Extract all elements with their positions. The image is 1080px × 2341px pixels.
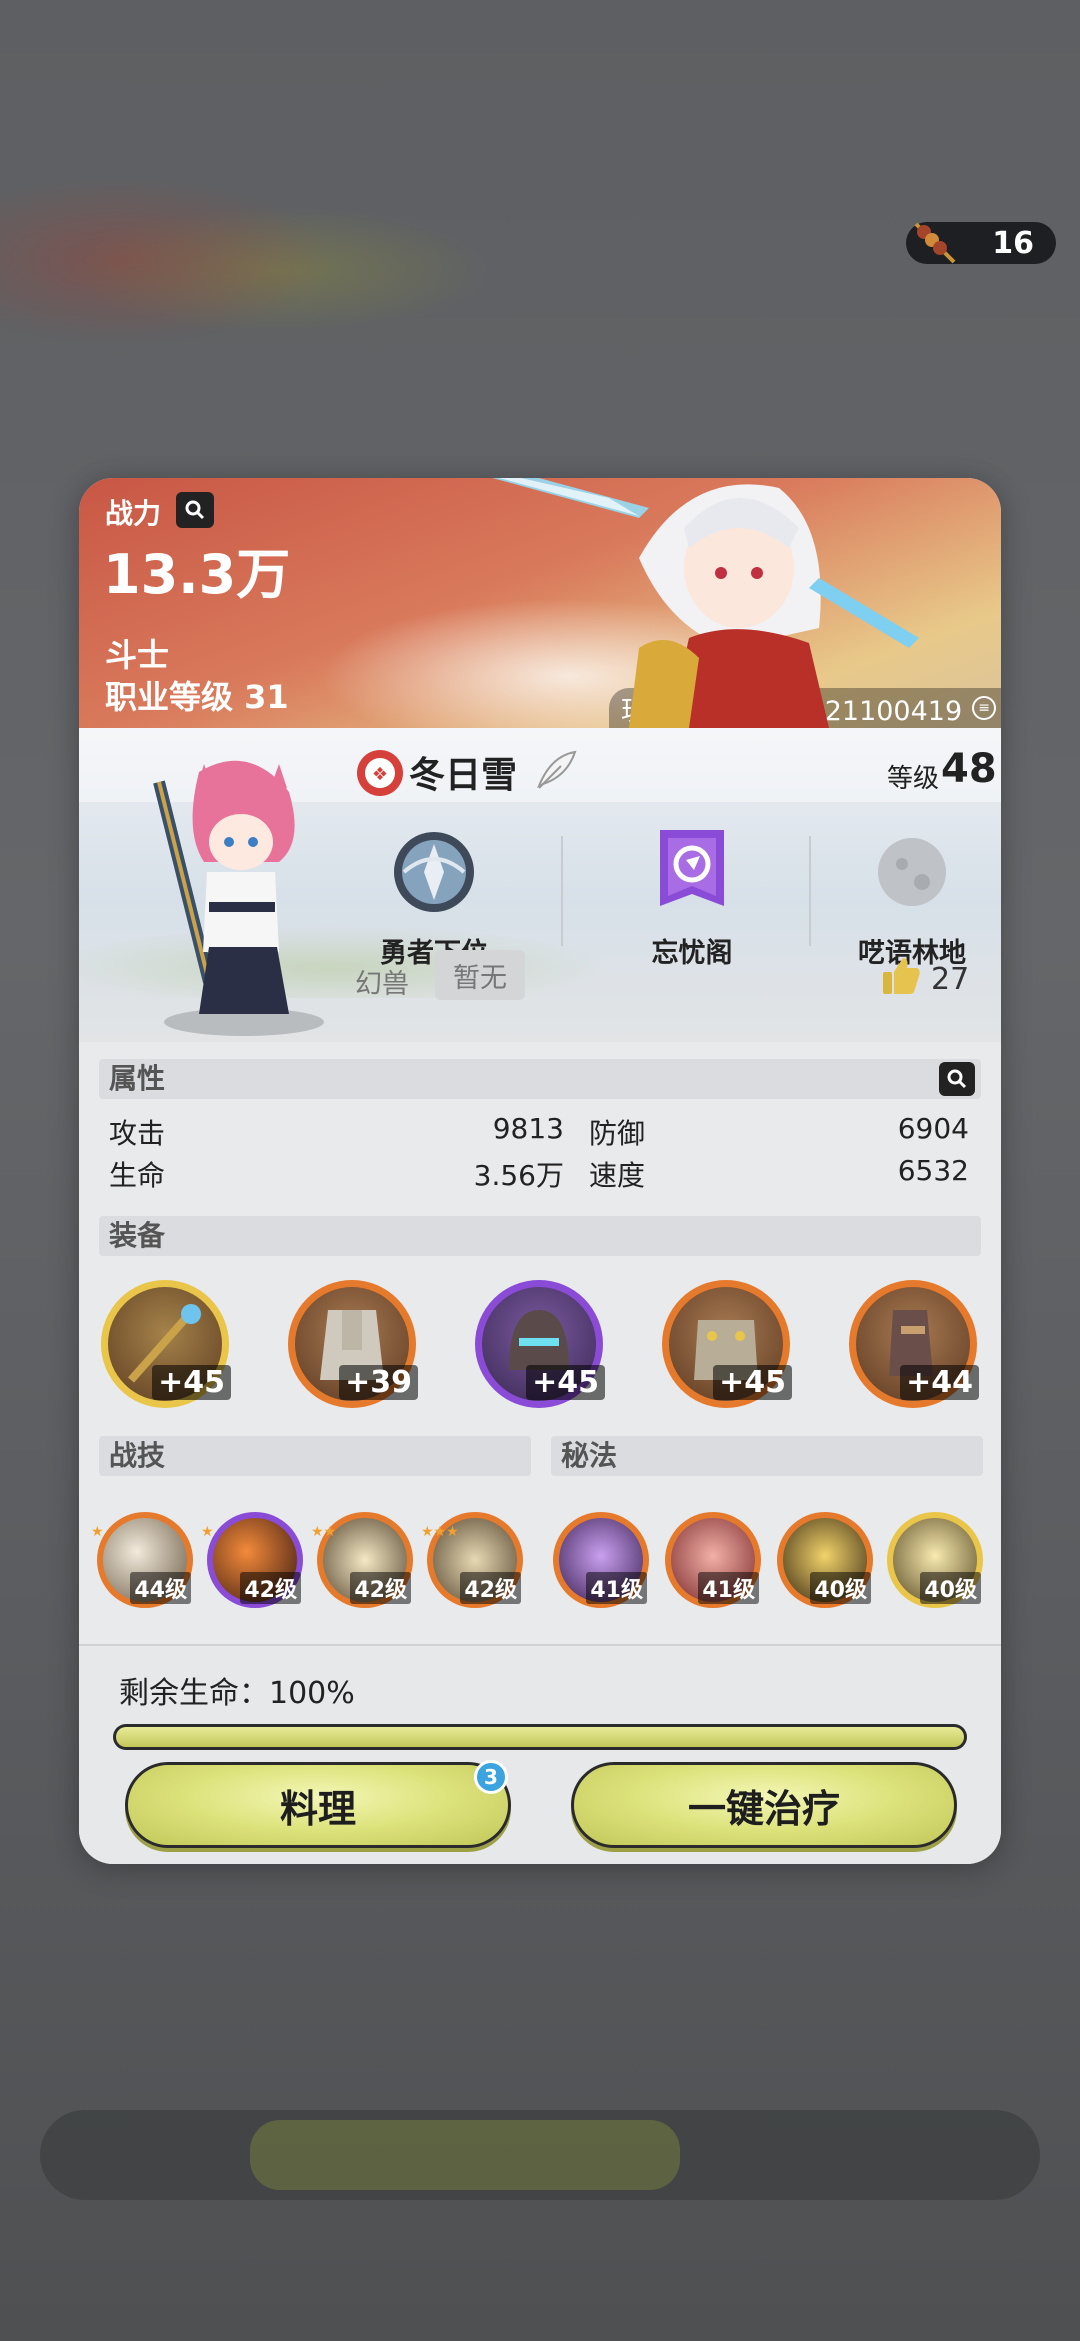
guild-badge[interactable]: 忘忧阁: [617, 826, 767, 970]
one-click-heal-button[interactable]: 一键治疗: [571, 1762, 957, 1848]
attributes-header: 属性: [99, 1059, 981, 1099]
pet-label: 幻兽: [355, 969, 409, 1000]
class-character-illustration: [492, 478, 919, 728]
equipment-slot-boots[interactable]: +44: [849, 1280, 979, 1408]
magic-skills-header: 秘法: [551, 1436, 983, 1476]
attributes-title: 属性: [109, 1062, 166, 1095]
level-value: 48: [941, 746, 997, 792]
remaining-hp-text: 剩余生命：100%: [119, 1676, 355, 1711]
skewer-food-icon: [914, 222, 956, 264]
speed-value: 6532: [897, 1154, 969, 1187]
power-value: 13.3万: [103, 543, 291, 606]
search-icon: [185, 500, 205, 520]
skill-slot[interactable]: ★★★ 42级: [421, 1512, 523, 1608]
player-avatar[interactable]: [129, 752, 339, 1042]
equipment-level: +45: [713, 1365, 792, 1400]
attributes-search-button[interactable]: [939, 1062, 975, 1096]
equipment-header: 装备: [99, 1216, 981, 1256]
equipment-level: +45: [152, 1365, 231, 1400]
skill-slot[interactable]: 41级: [553, 1512, 649, 1608]
cook-count-badge: 3: [474, 1760, 508, 1794]
star-rank-icon: ★★★: [421, 1524, 459, 1540]
skill-slot[interactable]: 40级: [777, 1512, 873, 1608]
equipment-slot-weapon[interactable]: +45: [101, 1280, 231, 1408]
divider: [561, 836, 563, 946]
background-toolbar: [40, 2110, 1040, 2200]
hp-label: 生命: [109, 1159, 166, 1192]
class-level: 职业等级 31: [105, 678, 289, 716]
skill-level: 41级: [698, 1572, 759, 1604]
guild-emblem-icon: ❖: [357, 750, 403, 796]
attack-label: 攻击: [109, 1117, 166, 1150]
equipment-slot-helmet[interactable]: +45: [475, 1280, 605, 1408]
guild-banner-icon: [660, 830, 724, 906]
skill-slot[interactable]: ★ 42级: [201, 1512, 303, 1608]
recovery-section: 剩余生命：100% 料理 3 一键治疗: [79, 1644, 1001, 1864]
skill-level: 44级: [130, 1572, 191, 1604]
skill-slot[interactable]: 41级: [665, 1512, 761, 1608]
feather-edit-icon[interactable]: [531, 746, 579, 794]
skill-slot[interactable]: ★★ 42级: [311, 1512, 413, 1608]
rank-shield-icon: [394, 832, 474, 912]
combat-skills-title: 战技: [109, 1439, 166, 1472]
star-rank-icon: ★: [91, 1524, 104, 1540]
guild-label: 忘忧阁: [651, 938, 733, 969]
defense-value: 6904: [897, 1112, 969, 1145]
skill-level: 40级: [810, 1572, 871, 1604]
moon-icon: [878, 838, 946, 906]
magic-skills-title: 秘法: [561, 1439, 618, 1472]
star-rank-icon: ★★: [311, 1524, 337, 1540]
likes-count: 27: [931, 962, 970, 997]
equipment-level: +44: [900, 1365, 979, 1400]
combat-skills-header: 战技: [99, 1436, 531, 1476]
hp-progress-fill: [116, 1727, 964, 1747]
svg-text:❖: ❖: [372, 764, 388, 785]
level-label: 等级: [887, 764, 940, 794]
search-icon: [947, 1069, 967, 1089]
equipment-slot-gauntlets[interactable]: +45: [662, 1280, 792, 1408]
class-name: 斗士: [105, 636, 170, 674]
equipment-slot-chest[interactable]: +39: [288, 1280, 418, 1408]
speed-label: 速度: [589, 1159, 646, 1192]
skill-slot[interactable]: 40级: [887, 1512, 983, 1608]
currency-count: 16: [992, 225, 1034, 261]
location-badge[interactable]: 呓语林地: [837, 826, 987, 970]
power-label: 战力: [105, 497, 162, 530]
player-name: 冬日雪: [409, 755, 518, 796]
skill-level: 40级: [920, 1572, 981, 1604]
skill-level: 42级: [460, 1572, 521, 1604]
equipment-level: +39: [339, 1365, 418, 1400]
skill-slot[interactable]: ★ 44级: [91, 1512, 193, 1608]
player-profile-card: 战力 13.3万 斗士 职业等级 31 玩家编号：801221100419 ≡: [79, 478, 1001, 1864]
equipment-title: 装备: [109, 1219, 166, 1252]
attack-value: 9813: [492, 1112, 564, 1145]
skill-level: 41级: [586, 1572, 647, 1604]
profile-section: ❖ 冬日雪 等级 48 勇者下位 忘忧阁 呓语林地 幻兽 暂无 27: [79, 728, 1001, 1042]
divider: [809, 836, 811, 946]
skill-level: 42级: [240, 1572, 301, 1604]
rank-badge[interactable]: 勇者下位: [359, 826, 509, 970]
thumbs-up-icon[interactable]: [879, 954, 923, 998]
defense-label: 防御: [589, 1117, 646, 1150]
currency-pill[interactable]: 16: [906, 222, 1056, 264]
hp-value: 3.56万: [473, 1159, 564, 1192]
star-rank-icon: ★: [201, 1524, 214, 1540]
equipment-level: +45: [526, 1365, 605, 1400]
cook-button[interactable]: 料理: [125, 1762, 511, 1848]
skill-level: 42级: [350, 1572, 411, 1604]
power-search-button[interactable]: [176, 492, 214, 528]
hp-progress-bar: [113, 1724, 967, 1750]
heal-button-label: 一键治疗: [687, 1786, 840, 1831]
cook-button-label: 料理: [279, 1786, 356, 1831]
pet-value-button[interactable]: 暂无: [435, 950, 525, 1000]
